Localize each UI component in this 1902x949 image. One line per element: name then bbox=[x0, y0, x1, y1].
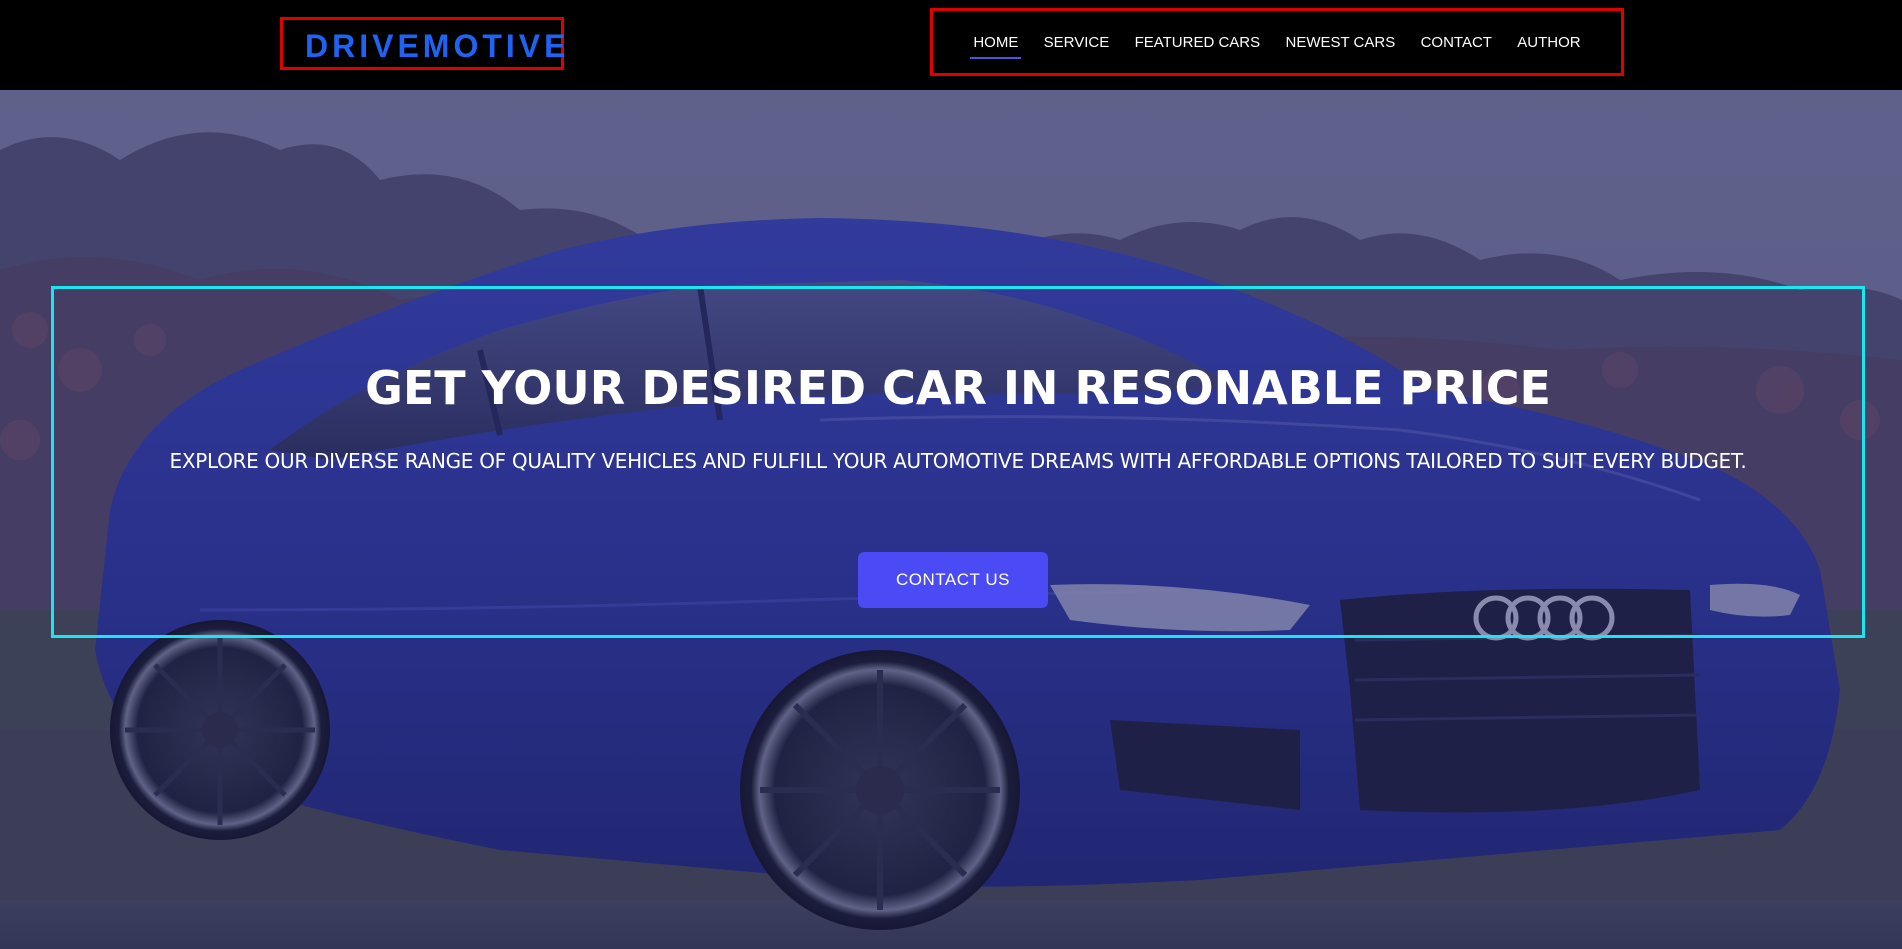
nav-home[interactable]: HOME bbox=[970, 30, 1022, 59]
hero-section: GET YOUR DESIRED CAR IN RESONABLE PRICE … bbox=[0, 90, 1902, 949]
hero-title: GET YOUR DESIRED CAR IN RESONABLE PRICE bbox=[365, 361, 1551, 415]
nav-service[interactable]: SERVICE bbox=[1041, 30, 1113, 55]
brand-logo-frame[interactable]: DRIVEMOTIVE bbox=[280, 17, 565, 70]
nav-contact[interactable]: CONTACT bbox=[1418, 30, 1495, 55]
contact-us-button[interactable]: CONTACT US bbox=[858, 552, 1048, 608]
brand-logo[interactable]: DRIVEMOTIVE bbox=[305, 28, 569, 65]
site-header: DRIVEMOTIVE HOME SERVICE FEATURED CARS N… bbox=[0, 0, 1902, 90]
page: DRIVEMOTIVE HOME SERVICE FEATURED CARS N… bbox=[0, 0, 1902, 949]
hero-subtitle: EXPLORE OUR DIVERSE RANGE OF QUALITY VEH… bbox=[169, 449, 1747, 473]
main-nav: HOME SERVICE FEATURED CARS NEWEST CARS C… bbox=[930, 8, 1624, 76]
nav-newest-cars[interactable]: NEWEST CARS bbox=[1282, 30, 1398, 55]
hero-content-frame: GET YOUR DESIRED CAR IN RESONABLE PRICE … bbox=[51, 286, 1865, 638]
nav-author[interactable]: AUTHOR bbox=[1514, 30, 1583, 55]
nav-featured-cars[interactable]: FEATURED CARS bbox=[1132, 30, 1264, 55]
